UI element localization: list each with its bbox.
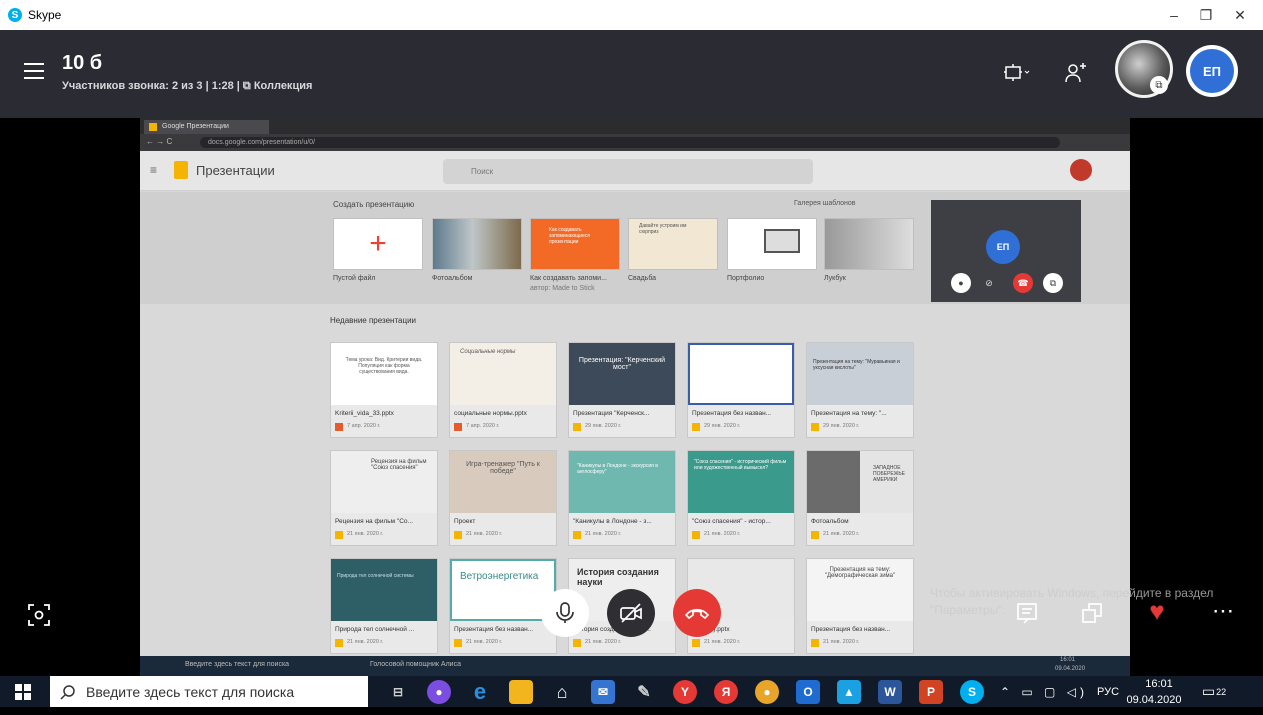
paint-icon[interactable]: ✎ xyxy=(632,680,656,704)
presentation-card: "Каникулы в Лондоне - экскурсия в англос… xyxy=(568,450,676,546)
presentation-card: Игра-тренажер "Путь к победе" Проект 21 ян… xyxy=(449,450,557,546)
menu-icon[interactable] xyxy=(24,63,44,79)
template-label: Фотоальбом xyxy=(432,275,473,282)
create-heading: Создать презентацию xyxy=(333,200,415,209)
chat-icon[interactable] xyxy=(1012,598,1042,628)
recent-heading: Недавние презентации xyxy=(330,316,417,325)
slides-header: ≡ Презентации Поиск xyxy=(140,151,1130,191)
account-icon xyxy=(1070,159,1092,181)
skype-logo-icon: S xyxy=(8,8,22,22)
word-icon[interactable]: W xyxy=(878,680,902,704)
self-mic-icon[interactable]: ● xyxy=(951,273,971,293)
yandex-icon[interactable]: Y xyxy=(673,680,697,704)
template-label: Как создавать запоми... xyxy=(530,275,607,282)
call-header: 10 б Участников звонка: 2 из 3 | 1:28 | … xyxy=(0,30,1263,118)
presentation-card: Социальные нормы социальные нормы.pptx 7 а… xyxy=(449,342,557,438)
skype-taskbar-icon[interactable]: S xyxy=(960,680,984,704)
photos-icon[interactable]: ▲ xyxy=(837,680,861,704)
self-avatar[interactable]: ЕП xyxy=(1186,45,1238,97)
windows-taskbar: Введите здесь текст для поиска ⊟ ● e ⌂ ✉… xyxy=(0,676,1263,707)
taskbar-date[interactable]: 09.04.2020 xyxy=(1124,684,1184,715)
call-title: 10 б xyxy=(62,52,103,74)
slides-logo-icon xyxy=(174,161,188,179)
url-field: docs.google.com/presentation/u/0/ xyxy=(200,137,1060,148)
presentation-card: Природа тел солнечной системы Природа тел… xyxy=(330,558,438,654)
chrome-icon[interactable]: ● xyxy=(755,680,779,704)
mute-button[interactable] xyxy=(541,589,589,637)
presentation-card: Презентация без назван... 29 янв. 2020 г. xyxy=(687,342,795,438)
store-icon[interactable]: ⌂ xyxy=(550,680,574,704)
file-explorer-icon[interactable] xyxy=(509,680,533,704)
slides-menu-icon: ≡ xyxy=(150,163,158,177)
video-toggle-button[interactable] xyxy=(607,589,655,637)
browser-address-bar: ← → C docs.google.com/presentation/u/0/ xyxy=(140,134,1130,151)
gallery-label: Галерея шаблонов xyxy=(794,200,856,207)
self-hangup-icon[interactable]: ☎ xyxy=(1013,273,1033,293)
input-language[interactable]: РУС xyxy=(1097,676,1119,707)
template-portfolio xyxy=(727,218,817,270)
presentation-card: ЗАПАДНОЕ ПОБЕРЕЖЬЕ АМЕРИКИ Фотоальбом 21 я… xyxy=(806,450,914,546)
outlook-icon[interactable]: O xyxy=(796,680,820,704)
template-blank: + xyxy=(333,218,423,270)
template-label: Портфолио xyxy=(727,275,765,282)
close-button[interactable]: ✕ xyxy=(1217,0,1263,30)
powerpoint-icon[interactable]: P xyxy=(919,680,943,704)
template-photoalbum xyxy=(432,218,522,270)
task-view-icon[interactable]: ⊟ xyxy=(386,680,410,704)
screen-share-badge-icon: ⧉ xyxy=(1150,76,1168,94)
shared-taskbar: Введите здесь текст для поиска Голосовой… xyxy=(140,656,1130,676)
screenshot-icon[interactable] xyxy=(24,600,54,630)
title-bar: S Skype – ❐ ✕ xyxy=(0,0,1263,30)
browser-tab: Google Презентации xyxy=(144,120,269,134)
template-label: Пустой файл xyxy=(333,275,376,282)
presentation-card: Тема урока: Вид. Критерии вида. Популяци… xyxy=(330,342,438,438)
template-label: Лукбук xyxy=(824,275,846,282)
template-author: автор: Made to Stick xyxy=(530,285,595,292)
template-lookbook xyxy=(824,218,914,270)
notifications-icon[interactable]: ▭ 22 xyxy=(1198,676,1230,707)
yandex-browser-icon[interactable]: Я xyxy=(714,680,738,704)
more-options-icon[interactable]: ⋯ xyxy=(1206,598,1240,624)
heart-reaction-icon[interactable]: ♥ xyxy=(1140,596,1174,626)
mail-icon[interactable]: ✉ xyxy=(591,680,615,704)
call-subtitle[interactable]: Участников звонка: 2 из 3 | 1:28 | ⧉ Кол… xyxy=(62,80,312,93)
app-title: Skype xyxy=(28,8,62,22)
self-view-avatar: ЕП xyxy=(986,230,1020,264)
system-tray-icons[interactable]: ⌃ ▭ ▢ ◁) xyxy=(1000,676,1096,707)
edge-icon[interactable]: e xyxy=(468,679,492,704)
self-popout-icon[interactable]: ⧉ xyxy=(1043,273,1063,293)
hangup-button[interactable] xyxy=(673,589,721,637)
slides-search: Поиск xyxy=(443,159,813,184)
presentation-card: "Союз спасения" - исторический фильм или… xyxy=(687,450,795,546)
slides-app-name: Презентации xyxy=(196,163,275,178)
self-view-tile[interactable]: ЕП ● ⊘ ☎ ⧉ xyxy=(931,200,1081,302)
layout-switch-icon[interactable] xyxy=(1000,58,1034,88)
taskbar-search-input[interactable]: Введите здесь текст для поиска xyxy=(50,676,368,707)
presentation-card: Презентация на тему: "Демографическая зи… xyxy=(806,558,914,654)
presentation-card: Презентация на тему: "Муравьиная и уксус… xyxy=(806,342,914,438)
presentation-card: Презентация: "Керченский мост" Презентаци… xyxy=(568,342,676,438)
presentation-card: Рецензия на фильм "Союз спасения" Рецензи… xyxy=(330,450,438,546)
self-camera-off-icon[interactable]: ⊘ xyxy=(979,273,999,293)
template-label: Свадьба xyxy=(628,275,657,282)
windows-start-icon[interactable] xyxy=(14,683,32,701)
add-participant-icon[interactable] xyxy=(1060,58,1090,88)
alice-assistant-icon[interactable]: ● xyxy=(427,680,451,704)
template-wedding: Давайте устроим им сюрприз xyxy=(628,218,718,270)
popout-icon[interactable] xyxy=(1077,598,1107,628)
browser-tab-strip: Google Презентации xyxy=(140,118,1130,134)
template-made-to-stick: Как создавать запоминающиеся презентации xyxy=(530,218,620,270)
search-icon xyxy=(60,684,76,705)
